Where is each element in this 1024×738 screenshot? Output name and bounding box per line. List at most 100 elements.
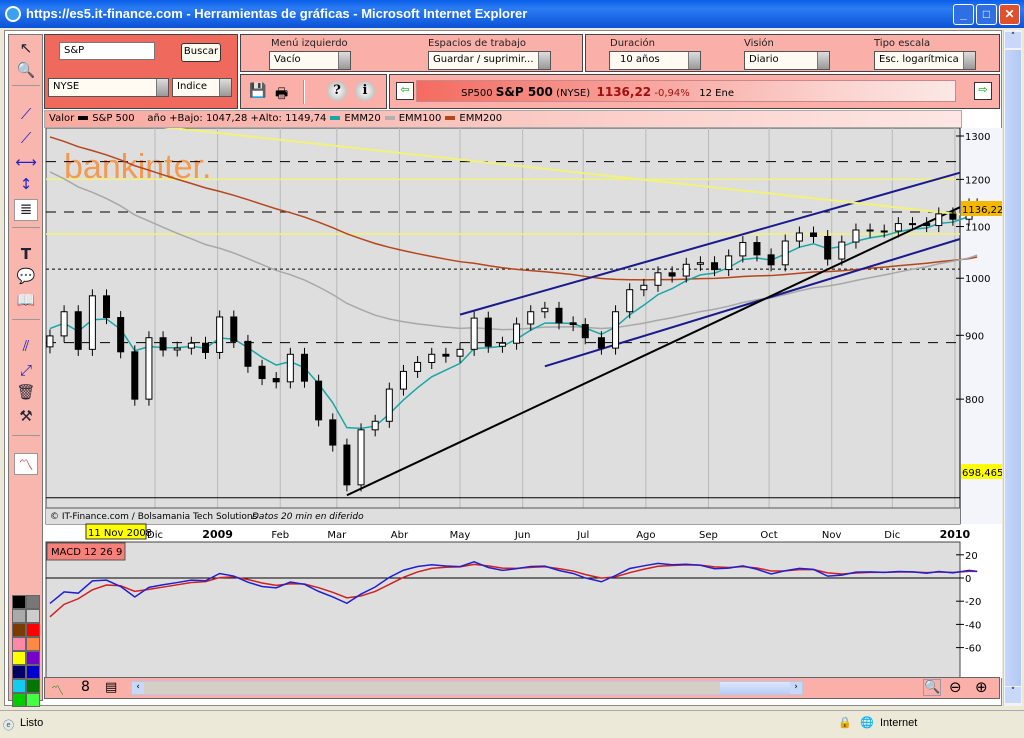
- help-icon[interactable]: ?: [327, 81, 347, 101]
- vertical-scrollbar[interactable]: ˄ ˅: [1003, 30, 1022, 706]
- divider: [12, 319, 40, 320]
- divider: [12, 227, 40, 228]
- candle-body: [74, 311, 82, 350]
- color-swatch[interactable]: [26, 623, 40, 637]
- parallel-icon[interactable]: ⫽: [14, 337, 38, 359]
- chart-style-icon[interactable]: 〽: [14, 453, 38, 475]
- scroll-down-button[interactable]: ˅: [1005, 687, 1021, 703]
- scroll-left-button[interactable]: ‹: [132, 682, 144, 694]
- scroll-up-button[interactable]: ˄: [1005, 32, 1021, 48]
- color-swatch[interactable]: [26, 665, 40, 679]
- duration-select[interactable]: 10 años: [609, 51, 701, 70]
- actions-panel: 💾 🖶 ? i: [240, 74, 387, 109]
- macd-tick-label: -40: [965, 620, 981, 631]
- view-select[interactable]: Diario: [744, 51, 830, 70]
- candle-body: [286, 353, 294, 383]
- maximize-button[interactable]: □: [976, 4, 997, 25]
- macd-tick-label: 20: [965, 551, 978, 562]
- color-swatch[interactable]: [12, 623, 26, 637]
- pointer-icon[interactable]: ↖: [14, 39, 38, 61]
- text-tool-icon[interactable]: T: [14, 245, 38, 267]
- market-select[interactable]: NYSE: [48, 78, 169, 97]
- color-swatch[interactable]: [26, 651, 40, 665]
- scale-select[interactable]: Esc. logarítmica: [874, 51, 976, 70]
- color-swatch[interactable]: [26, 609, 40, 623]
- candle-body: [668, 272, 676, 277]
- horizontal-scrollbar[interactable]: ‹ ›: [131, 681, 803, 695]
- color-swatch[interactable]: [26, 637, 40, 651]
- candle-body: [935, 213, 943, 227]
- horizontal-line-icon[interactable]: ⟷: [14, 153, 38, 175]
- search-input[interactable]: S&P: [59, 42, 155, 60]
- print-icon[interactable]: 🖶: [275, 83, 288, 107]
- color-swatch[interactable]: [12, 665, 26, 679]
- trash-icon[interactable]: 🗑: [14, 383, 38, 405]
- x-tick-label: Dic: [884, 530, 900, 541]
- workspace-select[interactable]: Guardar / suprimir...: [428, 51, 551, 70]
- y-tick-label: 1000: [965, 274, 990, 285]
- scroll-thumb[interactable]: [1005, 50, 1021, 686]
- minimize-button[interactable]: _: [953, 4, 974, 25]
- color-swatch[interactable]: [12, 609, 26, 623]
- vertical-line-icon[interactable]: ↕: [14, 175, 38, 197]
- x-tick-label: 2010: [940, 528, 971, 541]
- legend-swatch: [330, 116, 341, 120]
- status-bar: ⓔ Listo 🔒 🌐 Internet: [0, 710, 1024, 738]
- ie-page-icon: ⓔ: [3, 720, 14, 732]
- search-panel: S&P Buscar NYSE Indice: [44, 34, 238, 109]
- scroll-right-button[interactable]: ›: [790, 682, 802, 694]
- candle-body: [527, 311, 535, 325]
- legend-swatch: [78, 116, 89, 120]
- back-chart-icon[interactable]: ⇦: [396, 82, 414, 100]
- ticker-code: SP500: [461, 88, 493, 99]
- color-swatch[interactable]: [12, 679, 26, 693]
- status-zone: Internet: [880, 717, 918, 729]
- color-swatch[interactable]: [12, 693, 26, 707]
- globe-icon: 🌐: [860, 717, 874, 729]
- book-icon[interactable]: 📖: [14, 291, 38, 313]
- info-icon[interactable]: i: [355, 81, 375, 101]
- candle: [343, 438, 351, 492]
- candle-body: [612, 311, 620, 349]
- color-swatch[interactable]: [12, 637, 26, 651]
- color-swatch[interactable]: [12, 651, 26, 665]
- candle-body: [187, 342, 195, 349]
- candle: [74, 305, 82, 356]
- zoom-in-icon[interactable]: ⊕: [975, 678, 988, 696]
- color-swatch[interactable]: [26, 595, 40, 609]
- candle-body: [767, 254, 775, 266]
- zoom-fit-icon[interactable]: 🔍: [923, 679, 942, 696]
- link-icon[interactable]: 8: [81, 679, 90, 695]
- legend-swatch: [445, 116, 456, 120]
- color-swatch[interactable]: [26, 679, 40, 693]
- type-select[interactable]: Indice: [172, 78, 232, 97]
- close-button[interactable]: ✕: [999, 4, 1020, 25]
- candle-body: [145, 337, 153, 400]
- zoom-out-icon[interactable]: ⊖: [949, 678, 962, 696]
- scroll-thumb[interactable]: [720, 682, 790, 694]
- legend-ema20: EMM20: [344, 113, 381, 124]
- candle: [216, 310, 224, 359]
- tools-icon[interactable]: ⚒: [14, 407, 38, 429]
- candle-body: [498, 342, 506, 347]
- left-menu-select[interactable]: Vacío: [269, 51, 351, 70]
- save-icon[interactable]: 💾: [249, 83, 266, 99]
- fibonacci-icon[interactable]: ≣: [14, 199, 38, 221]
- candle-body: [329, 419, 337, 446]
- forward-chart-icon[interactable]: ⇨: [974, 82, 992, 100]
- move-points-icon[interactable]: ⤢: [14, 361, 38, 383]
- chart-type-icon[interactable]: 〽: [51, 680, 64, 699]
- color-swatch[interactable]: [12, 595, 26, 609]
- report-icon[interactable]: ▤: [105, 680, 117, 695]
- segment-tool-icon[interactable]: ⟋: [14, 105, 38, 127]
- search-button[interactable]: Buscar: [181, 43, 221, 62]
- price-chart[interactable]: bankinter. 8009001000110012001300 © IT-F…: [44, 128, 1002, 678]
- candle-body: [513, 323, 521, 344]
- legend-range: año +Bajo: 1047,28 +Alto: 1149,74: [147, 113, 327, 124]
- divider: [12, 435, 40, 436]
- line-tool-icon[interactable]: ⟋: [14, 129, 38, 151]
- zoom-in-tool-icon[interactable]: 🔍: [14, 61, 38, 83]
- comment-icon[interactable]: 💬: [14, 267, 38, 289]
- chevron-down-icon: [156, 79, 168, 96]
- color-swatch[interactable]: [26, 693, 40, 707]
